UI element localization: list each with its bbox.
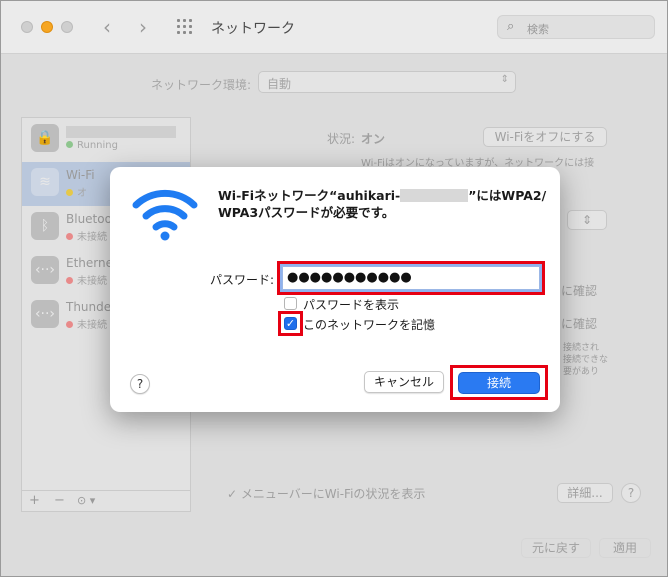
network-preferences-window: ‹ › ネットワーク ⌕ 検索 ネットワーク環境: 自動 ⇕ 🔒 Running…: [0, 0, 668, 577]
status-dot: [66, 141, 73, 148]
revert-button[interactable]: 元に戻す: [521, 538, 591, 558]
show-password-checkbox[interactable]: [284, 297, 297, 310]
status-dot: [66, 233, 73, 240]
wifi-icon: [132, 189, 198, 241]
service-status: 未接続: [66, 316, 107, 331]
zoom-window-button[interactable]: [61, 21, 73, 33]
help-button[interactable]: ?: [621, 483, 641, 503]
remember-highlight-box: [278, 311, 303, 336]
show-all-grid-icon[interactable]: [177, 19, 195, 35]
advanced-button[interactable]: 詳細...: [557, 483, 613, 503]
help-button[interactable]: ?: [130, 374, 150, 394]
status-value: オン: [361, 132, 386, 146]
service-name: Thunder: [66, 300, 117, 314]
search-icon: ⌕: [507, 19, 515, 34]
service-item-vpn[interactable]: 🔒 Running: [22, 118, 190, 162]
status-dot: [66, 189, 73, 196]
password-highlight-box: [277, 261, 545, 295]
close-window-button[interactable]: [21, 21, 33, 33]
thunderbolt-icon: ‹··›: [31, 300, 59, 328]
dialog-title: Wi-Fiネットワーク“auhikari- ”にはWPA2/ WPA3パスワードが…: [218, 187, 548, 221]
remember-network-label: このネットワークを記憶: [303, 318, 436, 332]
checkmark-icon: ✓: [227, 487, 238, 501]
network-name-popup[interactable]: ⇕: [567, 210, 607, 230]
wifi-off-button[interactable]: Wi-Fiをオフにする: [483, 127, 607, 147]
location-popup[interactable]: 自動 ⇕: [258, 71, 516, 93]
search-input[interactable]: ⌕ 検索: [497, 15, 655, 39]
service-status: オ: [66, 184, 87, 199]
location-value: 自動: [267, 77, 292, 91]
popup-arrows-icon: ⇕: [500, 74, 509, 85]
apply-button[interactable]: 適用: [599, 538, 651, 558]
title-bar: ‹ › ネットワーク ⌕ 検索: [1, 1, 667, 54]
status-label: 状況:: [327, 132, 356, 146]
action-menu-button[interactable]: ⊙ ▾: [77, 494, 95, 507]
service-list-controls: + − ⊙ ▾: [21, 490, 191, 512]
menubar-wifi-checkbox[interactable]: ✓ メニューバーにWi-Fiの状況を表示: [227, 485, 425, 502]
dialog-title-line2: WPA3パスワードが必要です。: [218, 205, 395, 220]
dialog-title-suffix: ”にはWPA2/: [468, 188, 547, 203]
minimize-window-button[interactable]: [41, 21, 53, 33]
dialog-title-prefix: Wi-Fiネットワーク“auhikari-: [218, 188, 401, 203]
lock-icon: 🔒: [31, 124, 59, 152]
status-dot: [66, 277, 73, 284]
ask-to-join-label-2: に確認: [561, 317, 598, 331]
show-password-label: パスワードを表示: [303, 298, 400, 312]
wifi-icon: ≋: [31, 168, 59, 196]
password-label: パスワード:: [210, 273, 275, 287]
service-status: 未接続: [66, 272, 107, 287]
service-status: 未接続: [66, 228, 107, 243]
side-note-3: 要があり: [563, 367, 600, 377]
location-label: ネットワーク環境:: [151, 78, 252, 92]
service-name: Wi-Fi: [66, 168, 95, 182]
service-status: Running: [66, 140, 118, 151]
ask-to-join-label-1: に確認: [561, 284, 598, 298]
add-service-button[interactable]: +: [29, 493, 40, 508]
wifi-password-dialog: Wi-Fiネットワーク“auhikari- ”にはWPA2/ WPA3パスワードが…: [110, 167, 560, 412]
service-name-masked: [66, 126, 176, 138]
masked-ssid: [400, 189, 469, 202]
forward-chevron-icon[interactable]: ›: [139, 15, 147, 39]
remove-service-button[interactable]: −: [54, 493, 65, 508]
window-title: ネットワーク: [211, 21, 295, 37]
ethernet-icon: ‹··›: [31, 256, 59, 284]
bluetooth-icon: ᛒ: [31, 212, 59, 240]
search-placeholder: 検索: [527, 23, 549, 36]
back-chevron-icon[interactable]: ‹: [103, 15, 111, 39]
menubar-wifi-label: メニューバーにWi-Fiの状況を表示: [240, 487, 426, 501]
cancel-button[interactable]: キャンセル: [364, 371, 444, 393]
status-dot: [66, 321, 73, 328]
connect-highlight-box: [450, 365, 548, 400]
